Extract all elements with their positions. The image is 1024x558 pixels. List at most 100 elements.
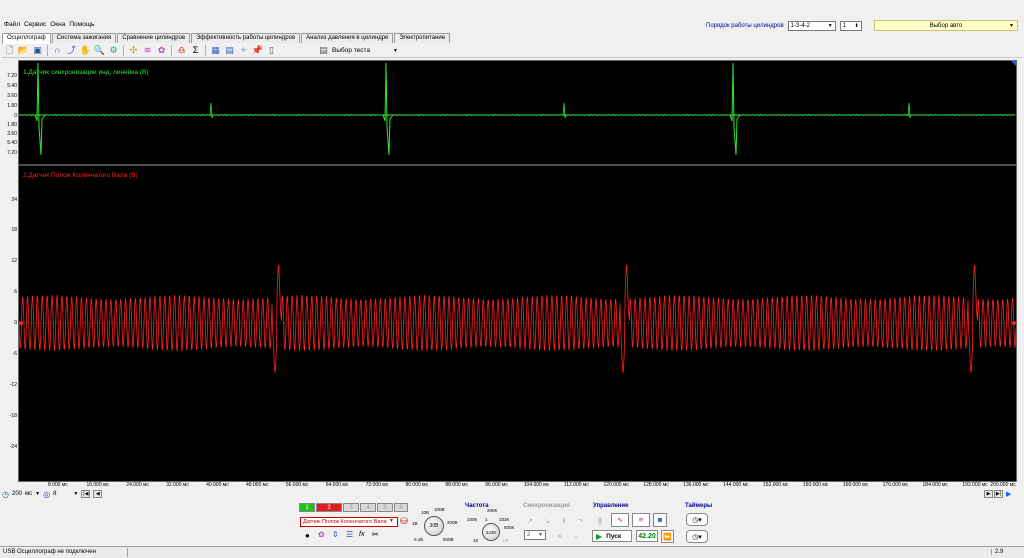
open-folder-icon[interactable]: 📂 (18, 45, 29, 56)
speed-icon[interactable]: ⏩ (661, 530, 674, 543)
invert-icon[interactable]: ⇕ (332, 530, 339, 539)
sensor-dropdown-icon[interactable]: ▼ (389, 518, 394, 524)
table-icon[interactable]: ▦ (210, 45, 221, 56)
voltage-label: 500В (443, 537, 454, 542)
y-tick: 0 (14, 320, 17, 326)
menu-service[interactable]: Сервис (24, 21, 46, 28)
sync-level-icon[interactable]: ⇞ (557, 515, 571, 527)
x-tick: 64.000 мс (325, 482, 349, 488)
channel-1-button[interactable]: 1 (299, 503, 315, 512)
menu-windows[interactable]: Окна (50, 21, 65, 28)
cylinder-order-select[interactable]: 1-3-4-2 ▼ (787, 21, 836, 31)
channel-2-marker-left[interactable] (19, 321, 23, 325)
multi-wave-icon[interactable]: ≋ (632, 513, 650, 527)
new-file-icon[interactable]: 🗋 (4, 45, 15, 56)
tab-pressure-analysis[interactable]: Анализ давления в цилиндре (301, 33, 394, 43)
page-icon[interactable]: ▯ (266, 45, 277, 56)
zoom-icon[interactable]: 🔍 (94, 45, 105, 56)
sync-slope-icon[interactable]: ⋖ (553, 530, 567, 542)
hand-icon[interactable]: ✋ (80, 45, 91, 56)
channel-1-spike (729, 62, 741, 156)
y-tick: 5.40 (7, 140, 17, 146)
y-tick: 7.20 (7, 73, 17, 79)
list-icon[interactable]: ☰ (346, 530, 353, 539)
channel-2-marker[interactable] (1012, 321, 1016, 325)
timer-2-button[interactable]: ◷▾ (686, 530, 708, 543)
eye-icon[interactable]: ● (305, 531, 310, 540)
y-tick: -24 (9, 444, 17, 450)
tab-cylinder-compare[interactable]: Сравнение цилиндров (117, 33, 191, 43)
channel-2-waveform (19, 264, 1016, 374)
sigma-icon[interactable]: Σ (190, 45, 201, 56)
cylinder-number-stepper[interactable]: 1 ⬍ (839, 21, 862, 31)
split-view-icon[interactable]: ÷ (238, 45, 249, 56)
time-scale-value[interactable]: 200 (12, 491, 22, 497)
cylinder-order-label: Порядок работы цилиндров (706, 23, 784, 29)
oscilloscope-display[interactable]: 1.Датчик синхронизации инд. линейка (В) … (18, 60, 1017, 482)
x-tick: 40.000 мс (206, 482, 229, 488)
auto-select-dropdown[interactable]: Выбор авто ▼ (874, 20, 1018, 31)
tab-ignition[interactable]: Система зажигания (51, 33, 117, 43)
clock-icon: ◷ (2, 489, 9, 499)
channel-1-pulse (907, 102, 912, 119)
start-button[interactable]: ▶ Пуск (592, 530, 632, 542)
sync-falling-icon[interactable]: ↘ (540, 515, 554, 527)
x-tick: 200.000 мс (990, 482, 1016, 488)
menu-file[interactable]: Файл (4, 21, 20, 28)
save-icon[interactable]: ▣ (32, 45, 43, 56)
filter-icon[interactable]: ⚙ (108, 45, 119, 56)
cursor-icon[interactable]: ⤴ (66, 45, 77, 56)
go-start-button[interactable]: |◀ (81, 490, 91, 498)
colors-icon[interactable]: ✿ (318, 530, 325, 539)
formula-icon[interactable]: fx (359, 531, 364, 538)
menu-help[interactable]: Помощь (69, 21, 94, 28)
next-button[interactable]: ▶ (984, 490, 993, 498)
sync-width-icon[interactable]: ↔ (569, 530, 583, 542)
sync-auto-icon[interactable]: ⤳ (573, 515, 587, 527)
chevron-down-icon[interactable]: ▼ (73, 491, 78, 497)
channel-2-button[interactable]: 2 (316, 503, 342, 512)
x-tick: 80.000 мс (405, 482, 429, 488)
chevron-down-icon: ▼ (1009, 22, 1014, 29)
test-icon: ▤ (319, 45, 328, 55)
x-tick: 56.000 мс (285, 482, 309, 488)
channel-4-button[interactable]: 4 (360, 503, 376, 512)
start-label: Пуск (606, 532, 622, 540)
prev-button[interactable]: ◀ (93, 490, 103, 498)
tab-oscilloscope[interactable]: Осциллограф (2, 33, 51, 44)
chevron-down-icon[interactable]: ▼ (35, 491, 40, 497)
test-select-dropdown[interactable]: ▤ Выбор теста ▼ (318, 45, 398, 56)
play-icon[interactable]: ▶ (1006, 490, 1011, 498)
color-icon[interactable]: ✿ (156, 45, 167, 56)
tab-power-supply[interactable]: Электропитание (394, 33, 451, 43)
x-axis: 8.000 мс 16.000 мс 24.000 мс 32.000 мс 40.00… (18, 482, 1017, 489)
x-tick: 32.000 мс (166, 482, 189, 488)
sync-rising-icon[interactable]: ↗ (523, 515, 537, 527)
cylinder-number-value: 1 (842, 23, 847, 29)
sync-channel-select[interactable]: 2 ▼ (524, 530, 546, 540)
measure-icon[interactable]: ♎ (176, 45, 187, 56)
tab-cylinder-efficiency[interactable]: Эффективность работы цилиндров (191, 33, 301, 43)
wave-icon[interactable]: ≋ (142, 45, 153, 56)
pause-icon[interactable]: || (593, 515, 607, 527)
channel-5-button[interactable]: 5 (377, 503, 393, 512)
sensor-settings-icon[interactable]: ⛁ (400, 516, 408, 527)
single-wave-icon[interactable]: ∿ (611, 513, 629, 527)
voltage-label: 200В (447, 520, 458, 525)
count-value[interactable]: 8 (53, 491, 56, 497)
sensor-select[interactable]: Датчик Полож Коленчатого Вала (300, 517, 398, 527)
probe-icon[interactable]: ∩ (52, 45, 63, 56)
record-icon[interactable]: ◙ (653, 513, 667, 527)
pin-icon[interactable]: 📌 (252, 45, 263, 56)
go-end-button[interactable]: ▶| (994, 490, 1003, 498)
marker-top-right (1011, 61, 1016, 66)
tools-icon[interactable]: ✂ (372, 530, 379, 539)
timer-1-button[interactable]: ◷▾ (686, 513, 708, 526)
status-divider (127, 548, 128, 557)
frequency-knob[interactable]: 333К (482, 523, 500, 541)
channel-3-button[interactable]: 3 (343, 503, 359, 512)
voltage-knob[interactable]: 30В (424, 516, 444, 536)
channel-6-button[interactable]: 6 (394, 503, 408, 512)
split-icon[interactable]: ▤ (224, 45, 235, 56)
grid-icon[interactable]: ✣ (128, 45, 139, 56)
